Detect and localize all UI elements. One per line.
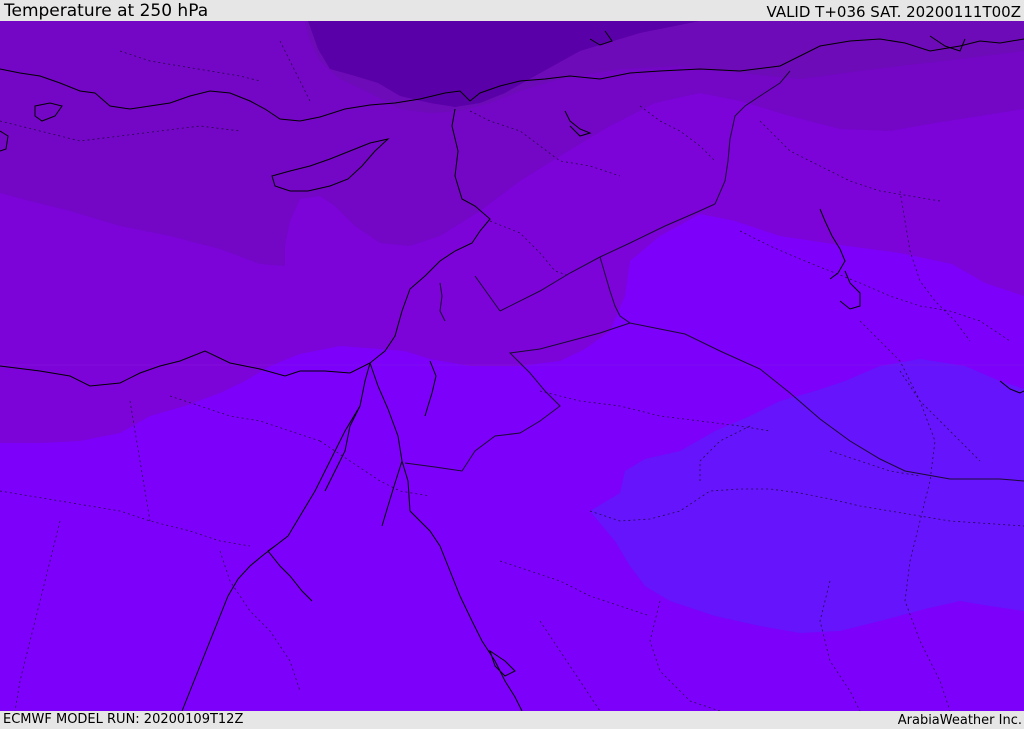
temperature-map[interactable] xyxy=(0,21,1024,711)
map-title: Temperature at 250 hPa xyxy=(4,1,209,21)
credit-label: ArabiaWeather Inc. xyxy=(897,713,1022,728)
valid-time: VALID T+036 SAT. 20200111T00Z xyxy=(766,3,1021,21)
model-run: ECMWF MODEL RUN: 20200109T12Z xyxy=(3,712,244,727)
map-area[interactable] xyxy=(0,21,1024,711)
footer-bar: ECMWF MODEL RUN: 20200109T12Z ArabiaWeat… xyxy=(0,711,1024,729)
header-bar: Temperature at 250 hPa VALID T+036 SAT. … xyxy=(0,0,1024,21)
